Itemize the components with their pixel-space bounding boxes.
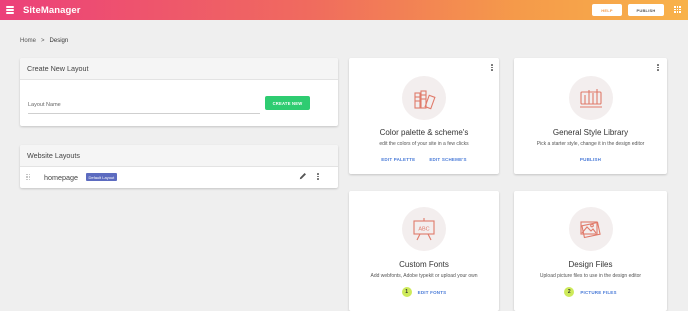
layout-name-input[interactable]: Layout Name — [28, 102, 260, 114]
custom-fonts-description: Add webfonts, Adobe typekit or upload yo… — [370, 273, 478, 279]
color-palette-card: Color palette & scheme's edit the colors… — [349, 58, 499, 174]
top-bar: SiteManager HELP PUBLISH — [0, 0, 688, 20]
brand-logo: SiteManager — [23, 4, 81, 16]
drag-handle-icon[interactable] — [26, 173, 31, 181]
edit-palette-link[interactable]: EDIT PALETTE — [381, 157, 415, 162]
style-library-icon — [569, 76, 613, 120]
color-palette-description: edit the colors of your site in a few cl… — [379, 141, 469, 147]
create-layout-title: Create New Layout — [20, 58, 338, 80]
edit-pencil-icon[interactable] — [299, 172, 307, 180]
color-palette-title: Color palette & scheme's — [379, 128, 469, 137]
color-palette-icon — [402, 76, 446, 120]
design-files-title: Design Files — [568, 260, 613, 269]
breadcrumb-separator: > — [41, 38, 45, 44]
custom-fonts-card: ABC Custom Fonts Add webfonts, Adobe typ… — [349, 191, 499, 311]
edit-fonts-link[interactable]: EDIT FONTS — [418, 290, 447, 295]
breadcrumb-home[interactable]: Home — [20, 38, 36, 44]
picture-files-link[interactable]: PICTURE FILES — [580, 290, 616, 295]
breadcrumb: Home > Design — [20, 38, 68, 44]
style-library-description: Pick a starter style, change it in the d… — [536, 141, 645, 147]
layout-name: homepage — [44, 172, 78, 182]
publish-button[interactable]: PUBLISH — [628, 4, 664, 16]
svg-text:ABC: ABC — [418, 227, 429, 233]
default-layout-badge: Default Layout — [85, 173, 117, 181]
create-new-button[interactable]: CREATE NEW — [265, 96, 310, 110]
more-options-icon[interactable] — [317, 173, 319, 180]
design-files-icon — [569, 207, 613, 251]
custom-fonts-icon: ABC — [402, 207, 446, 251]
style-library-title: General Style Library — [552, 128, 629, 137]
website-layouts-title: Website Layouts — [20, 145, 338, 167]
apps-grid-icon[interactable] — [674, 6, 681, 13]
create-layout-card: Create New Layout Layout Name — [20, 58, 338, 126]
custom-fonts-title: Custom Fonts — [399, 260, 449, 269]
design-files-card: Design Files Upload picture files to use… — [514, 191, 667, 311]
breadcrumb-current: Design — [49, 38, 69, 44]
edit-schemes-link[interactable]: EDIT SCHEME'S — [429, 157, 466, 162]
publish-link[interactable]: PUBLISH — [580, 157, 601, 162]
style-library-card: General Style Library Pick a starter sty… — [514, 58, 667, 174]
card-menu-icon[interactable] — [657, 64, 659, 71]
design-files-description: Upload picture files to use in the desig… — [539, 273, 642, 279]
menu-icon[interactable] — [6, 6, 14, 14]
step-number-badge: 1 — [401, 287, 412, 297]
layout-list-item[interactable]: homepage Default Layout — [20, 167, 338, 187]
step-number-badge: 2 — [564, 287, 575, 297]
help-button[interactable]: HELP — [592, 4, 622, 16]
card-menu-icon[interactable] — [491, 64, 493, 71]
